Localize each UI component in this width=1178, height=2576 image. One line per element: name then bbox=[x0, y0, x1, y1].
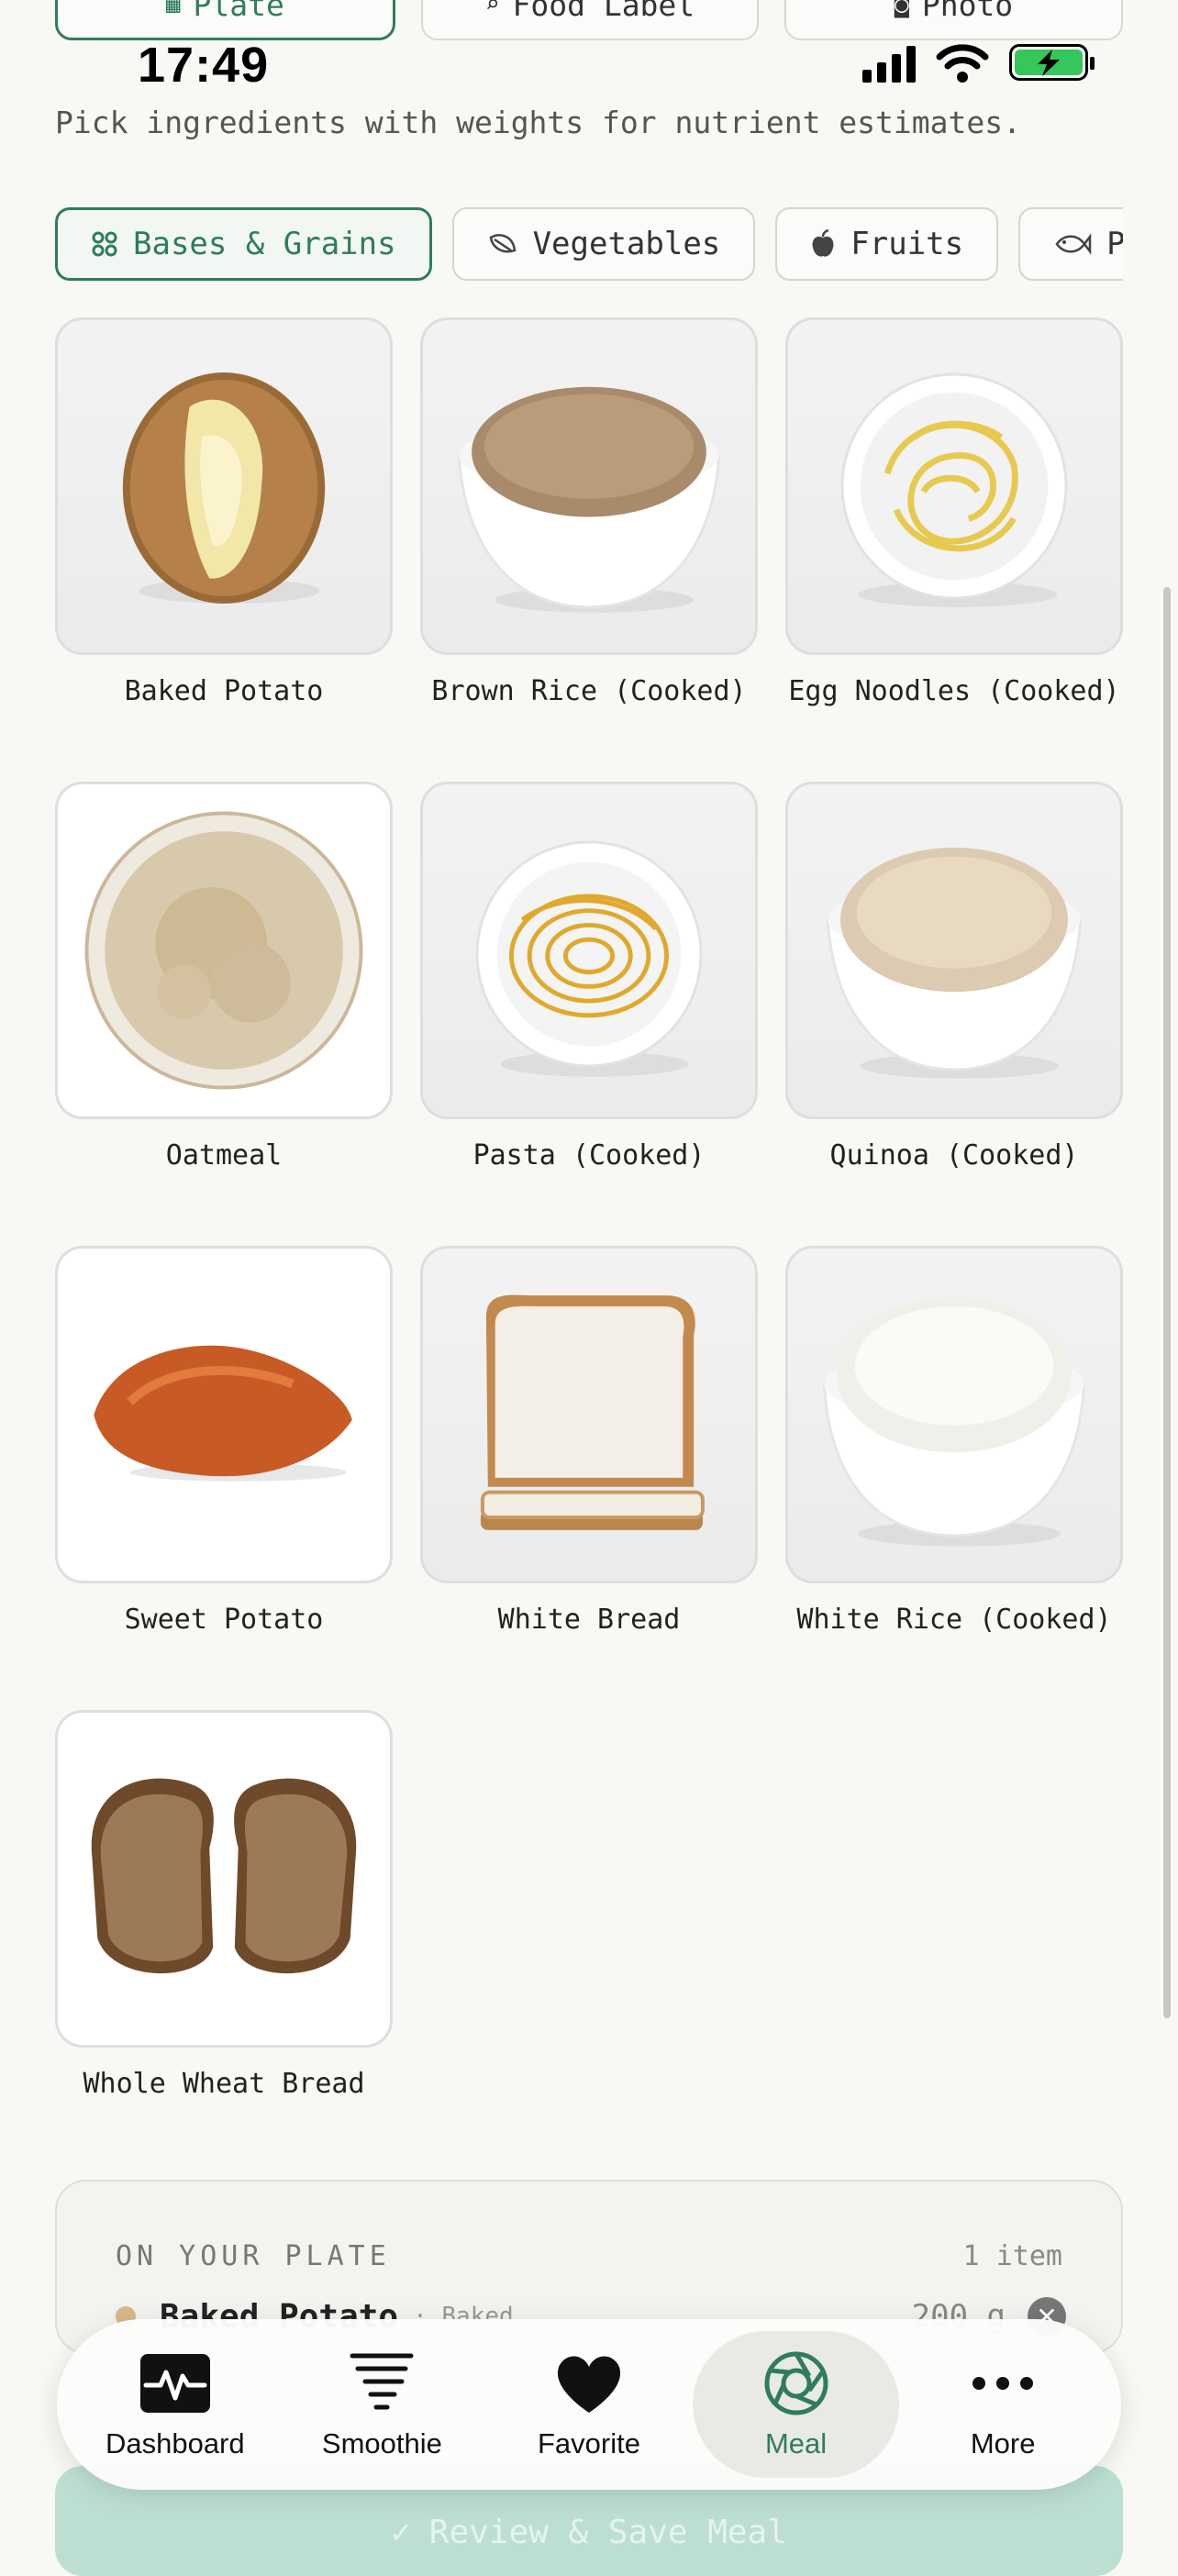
tab-plate-label: Plate bbox=[193, 0, 284, 23]
tab-photo[interactable]: ◙ Photo bbox=[784, 0, 1124, 40]
apple-icon bbox=[812, 229, 834, 257]
mode-tabs: ▦ Plate ⌕ Food Label ◙ Photo bbox=[55, 0, 1124, 40]
food-item-baked-potato[interactable]: Baked Potato bbox=[55, 317, 393, 782]
food-item-sweet-potato[interactable]: Sweet Potato bbox=[55, 1246, 393, 1710]
nav-dashboard[interactable]: Dashboard bbox=[72, 2331, 279, 2478]
food-name: White Bread bbox=[497, 1604, 681, 1636]
food-item-white-bread[interactable]: White Bread bbox=[420, 1246, 758, 1710]
aperture-icon bbox=[764, 2351, 828, 2415]
check-badge-icon: ✓ bbox=[391, 2514, 411, 2551]
category-vegetables[interactable]: Vegetables bbox=[451, 207, 756, 281]
heart-icon bbox=[557, 2356, 621, 2413]
subtitle: Pick ingredients with weights for nutrie… bbox=[55, 105, 1021, 140]
food-name: Egg Noodles (Cooked) bbox=[788, 675, 1120, 707]
nav-label: Meal bbox=[764, 2427, 828, 2459]
wifi-icon bbox=[936, 44, 989, 83]
nav-meal[interactable]: Meal bbox=[692, 2331, 900, 2478]
food-item-egg-noodles[interactable]: Egg Noodles (Cooked) bbox=[785, 317, 1123, 782]
label-search-icon: ⌕ bbox=[484, 0, 500, 18]
food-item-brown-rice[interactable]: Brown Rice (Cooked) bbox=[420, 317, 758, 782]
tab-food-label-label: Food Label bbox=[512, 0, 695, 23]
fish-icon bbox=[1055, 233, 1092, 255]
food-name: Quinoa (Cooked) bbox=[829, 1139, 1079, 1171]
food-name: Oatmeal bbox=[165, 1139, 283, 1171]
white-rice-image bbox=[785, 1246, 1123, 1583]
bottom-nav: Dashboard Smoothie Favorite Meal More bbox=[57, 2319, 1121, 2490]
whole-wheat-bread-image bbox=[55, 1710, 393, 2048]
tab-plate[interactable]: ▦ Plate bbox=[55, 0, 395, 40]
grains-icon bbox=[92, 231, 117, 257]
nav-label: Favorite bbox=[537, 2427, 640, 2459]
food-item-white-rice[interactable]: White Rice (Cooked) bbox=[785, 1246, 1123, 1710]
nav-label: More bbox=[970, 2427, 1036, 2459]
status-time: 17:49 bbox=[138, 38, 270, 93]
category-label: Bases & Grains bbox=[133, 226, 396, 262]
food-grid: Baked Potato Brown Rice (Cooked) Egg Noo… bbox=[55, 317, 1123, 2174]
tab-food-label[interactable]: ⌕ Food Label bbox=[420, 0, 760, 40]
tab-photo-label: Photo bbox=[921, 0, 1014, 23]
status-icons bbox=[862, 42, 1095, 83]
food-item-whole-wheat-bread[interactable]: Whole Wheat Bread bbox=[55, 1710, 393, 2174]
nav-favorite[interactable]: Favorite bbox=[485, 2331, 693, 2478]
nav-more[interactable]: More bbox=[899, 2331, 1106, 2478]
pasta-image bbox=[420, 782, 758, 1119]
review-save-label: Review & Save Meal bbox=[428, 2514, 787, 2551]
pulse-icon bbox=[139, 2354, 210, 2413]
plate-item-count: 1 item bbox=[962, 2240, 1062, 2272]
food-name: Sweet Potato bbox=[124, 1604, 324, 1636]
category-tabs[interactable]: Bases & Grains Vegetables Fruits P bbox=[55, 207, 1123, 284]
camera-icon: ◙ bbox=[895, 0, 909, 18]
category-fruits[interactable]: Fruits bbox=[775, 207, 999, 281]
food-name: Whole Wheat Bread bbox=[83, 2068, 365, 2100]
food-item-quinoa[interactable]: Quinoa (Cooked) bbox=[785, 782, 1123, 1246]
scrollbar[interactable] bbox=[1163, 587, 1171, 2018]
tornado-icon bbox=[350, 2353, 414, 2410]
food-item-pasta[interactable]: Pasta (Cooked) bbox=[420, 782, 758, 1246]
more-icon bbox=[972, 2377, 1034, 2390]
food-item-oatmeal[interactable]: Oatmeal bbox=[55, 782, 393, 1246]
category-bases-grains[interactable]: Bases & Grains bbox=[55, 207, 432, 281]
food-name: Brown Rice (Cooked) bbox=[431, 675, 747, 707]
leaf-icon bbox=[489, 234, 516, 253]
oatmeal-image bbox=[55, 782, 393, 1119]
food-name: White Rice (Cooked) bbox=[796, 1604, 1112, 1636]
food-name: Pasta (Cooked) bbox=[472, 1139, 706, 1171]
battery-icon bbox=[1009, 44, 1095, 81]
nav-label: Dashboard bbox=[105, 2427, 245, 2459]
white-bread-image bbox=[420, 1246, 758, 1583]
quinoa-image bbox=[785, 782, 1123, 1119]
plate-heading: ON YOUR PLATE bbox=[116, 2240, 391, 2272]
category-label: P bbox=[1106, 226, 1123, 262]
baked-potato-image bbox=[55, 317, 393, 655]
signal-icon bbox=[862, 42, 916, 83]
nav-label: Smoothie bbox=[321, 2427, 442, 2459]
category-protein[interactable]: P bbox=[1018, 207, 1123, 281]
category-label: Fruits bbox=[850, 226, 964, 262]
nav-smoothie[interactable]: Smoothie bbox=[279, 2331, 486, 2478]
category-label: Vegetables bbox=[532, 226, 721, 262]
egg-noodles-image bbox=[785, 317, 1123, 655]
brown-rice-image bbox=[420, 317, 758, 655]
grid-icon: ▦ bbox=[165, 0, 181, 18]
food-name: Baked Potato bbox=[124, 675, 324, 707]
sweet-potato-image bbox=[55, 1246, 393, 1583]
